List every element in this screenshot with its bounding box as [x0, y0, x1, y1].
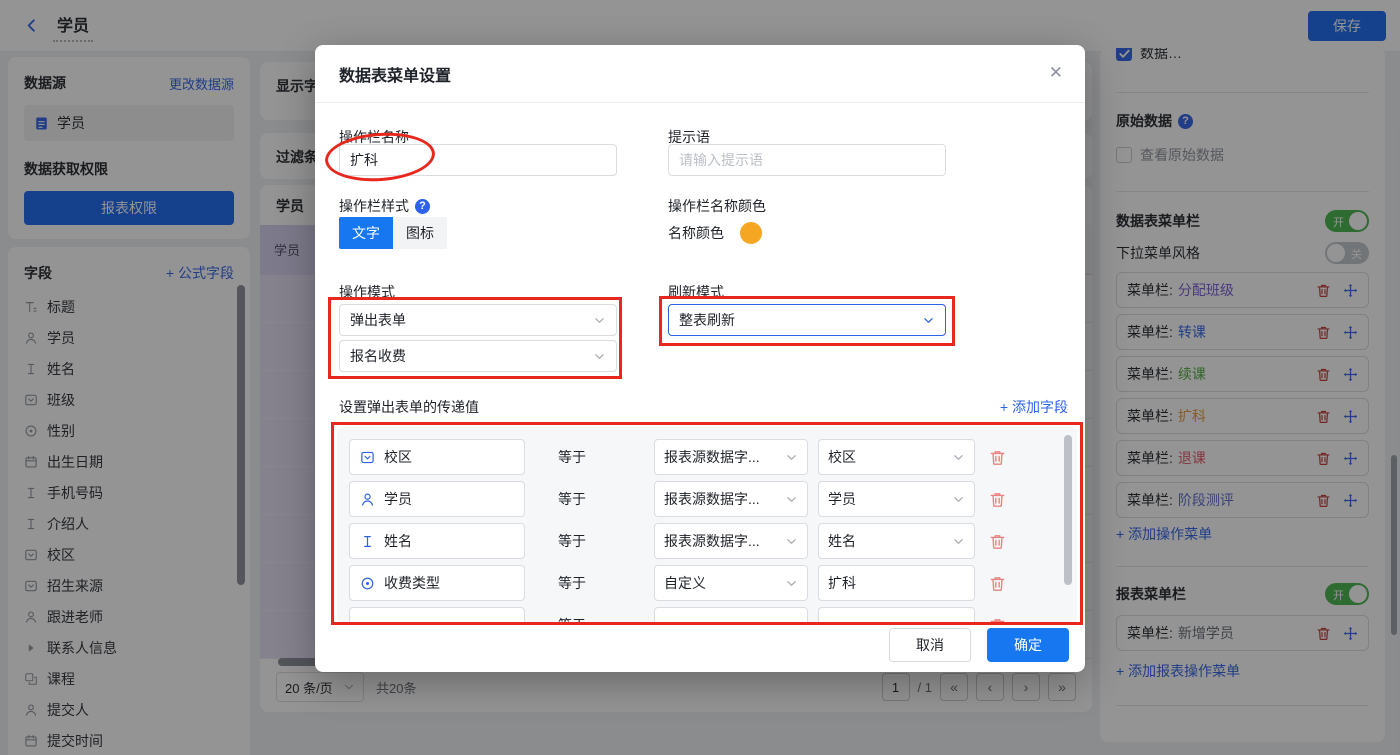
input-icon: [360, 534, 375, 549]
transfer-field-input[interactable]: [349, 607, 525, 623]
chevron-down-icon: [593, 314, 606, 327]
transfer-source-value: 报表源数据字...: [664, 531, 760, 551]
modal-title: 数据表菜单设置: [339, 62, 451, 86]
chevron-down-icon: [785, 493, 798, 506]
transfer-row: 校区 等于 报表源数据字... 校区: [349, 439, 1065, 475]
operator-label: 等于: [558, 615, 588, 623]
chevron-down-icon: [785, 535, 798, 548]
trash-icon[interactable]: [989, 491, 1006, 508]
person-icon: [360, 492, 375, 507]
action-mode-select[interactable]: 弹出表单: [339, 304, 617, 336]
action-mode-label: 操作模式: [339, 282, 395, 302]
trash-icon[interactable]: [989, 449, 1006, 466]
trash-icon[interactable]: [989, 533, 1006, 550]
close-icon[interactable]: ✕: [1049, 63, 1063, 83]
chevron-down-icon: [593, 350, 606, 363]
transfer-panel-scrollbar[interactable]: [1064, 435, 1072, 585]
transfer-field-label: 学员: [384, 489, 412, 509]
confirm-button[interactable]: 确定: [987, 628, 1069, 662]
action-style-label: 操作栏样式 ?: [339, 196, 430, 216]
transfer-values-label: 设置弹出表单的传递值: [339, 397, 479, 417]
transfer-source-select[interactable]: 报表源数据字...: [654, 439, 808, 475]
transfer-row: 等于: [349, 607, 1065, 623]
style-option-text[interactable]: 文字: [339, 217, 393, 249]
action-form-value: 报名收费: [350, 346, 406, 366]
chevron-down-icon: [785, 619, 798, 624]
style-option-icon[interactable]: 图标: [393, 217, 447, 249]
chevron-down-icon: [952, 619, 965, 624]
transfer-rows-panel: 校区 等于 报表源数据字... 校区 学员 等于 报表源数据字... 学员: [337, 427, 1077, 623]
transfer-value-select[interactable]: 校区: [818, 439, 975, 475]
transfer-source-value: 报表源数据字...: [664, 447, 760, 467]
transfer-row: 收费类型 等于 自定义 扩科: [349, 565, 1065, 601]
cancel-button[interactable]: 取消: [889, 628, 971, 662]
transfer-field-label: 姓名: [384, 531, 412, 551]
color-swatch[interactable]: [740, 222, 762, 244]
transfer-value: 校区: [828, 447, 856, 467]
add-field-link[interactable]: + 添加字段: [1000, 397, 1068, 417]
operator-label: 等于: [558, 573, 588, 593]
transfer-source-select[interactable]: 自定义: [654, 565, 808, 601]
operator-label: 等于: [558, 447, 588, 467]
tip-input[interactable]: [668, 144, 946, 176]
name-color-section-label: 操作栏名称颜色: [668, 196, 766, 216]
transfer-source-value: 自定义: [664, 573, 706, 593]
transfer-rows: 校区 等于 报表源数据字... 校区 学员 等于 报表源数据字... 学员: [349, 439, 1065, 623]
transfer-field-input[interactable]: 学员: [349, 481, 525, 517]
trash-icon[interactable]: [989, 617, 1006, 624]
action-name-input[interactable]: [339, 144, 617, 176]
transfer-value: 姓名: [828, 531, 856, 551]
transfer-value-select[interactable]: 学员: [818, 481, 975, 517]
style-segmented-control: 文字 图标: [339, 217, 447, 249]
transfer-value: 扩科: [828, 573, 856, 593]
transfer-value-select[interactable]: 扩科: [818, 565, 975, 601]
transfer-source-select[interactable]: [654, 607, 808, 623]
app-window: 学员 保存 数据源 更改数据源 学员 数据获取权限 报表权限 字段 + 公式字段…: [0, 0, 1400, 755]
refresh-mode-value: 整表刷新: [679, 310, 735, 330]
transfer-field-input[interactable]: 姓名: [349, 523, 525, 559]
action-form-select[interactable]: 报名收费: [339, 340, 617, 372]
transfer-field-input[interactable]: 校区: [349, 439, 525, 475]
chevron-down-icon: [952, 535, 965, 548]
help-icon[interactable]: ?: [415, 199, 430, 214]
select-icon: [360, 450, 375, 465]
radio-icon: [360, 576, 375, 591]
transfer-value-select[interactable]: [818, 607, 975, 623]
table-menu-settings-modal: 数据表菜单设置 ✕ 操作栏名称 提示语 操作栏样式 ? 操作栏名称颜色 文字 图…: [315, 45, 1085, 672]
chevron-down-icon: [952, 451, 965, 464]
chevron-down-icon: [952, 493, 965, 506]
transfer-field-label: 收费类型: [384, 573, 440, 593]
transfer-row: 姓名 等于 报表源数据字... 姓名: [349, 523, 1065, 559]
chevron-down-icon: [785, 451, 798, 464]
transfer-value: 学员: [828, 489, 856, 509]
transfer-row: 学员 等于 报表源数据字... 学员: [349, 481, 1065, 517]
refresh-mode-label: 刷新模式: [668, 282, 724, 302]
trash-icon[interactable]: [989, 575, 1006, 592]
action-style-label-text: 操作栏样式: [339, 196, 409, 216]
chevron-down-icon: [785, 577, 798, 590]
chevron-down-icon: [922, 314, 935, 327]
modal-header: 数据表菜单设置: [315, 45, 1085, 103]
transfer-source-select[interactable]: 报表源数据字...: [654, 481, 808, 517]
operator-label: 等于: [558, 531, 588, 551]
transfer-field-input[interactable]: 收费类型: [349, 565, 525, 601]
name-color-label: 名称颜色: [668, 223, 724, 243]
transfer-field-label: 校区: [384, 447, 412, 467]
refresh-mode-select[interactable]: 整表刷新: [668, 304, 946, 336]
transfer-source-select[interactable]: 报表源数据字...: [654, 523, 808, 559]
transfer-source-value: 报表源数据字...: [664, 489, 760, 509]
operator-label: 等于: [558, 489, 588, 509]
action-mode-value: 弹出表单: [350, 310, 406, 330]
transfer-value-select[interactable]: 姓名: [818, 523, 975, 559]
